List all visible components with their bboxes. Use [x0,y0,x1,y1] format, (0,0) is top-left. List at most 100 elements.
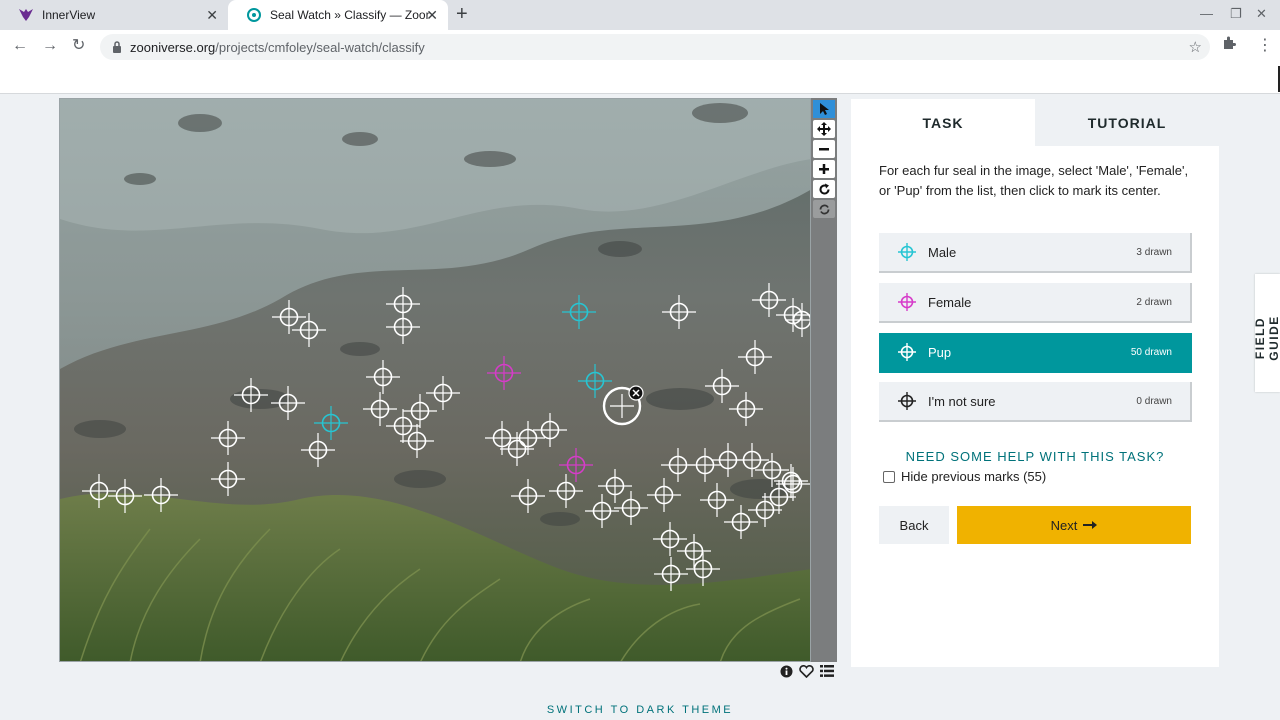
rotate-button[interactable] [813,180,835,198]
pup-mark[interactable] [400,424,434,458]
pup-mark[interactable] [386,409,420,443]
pup-mark[interactable] [82,474,116,508]
arrow-right-icon [1083,521,1098,529]
pup-mark[interactable] [705,369,739,403]
site-header [0,64,1280,94]
move-tool-button[interactable] [813,120,835,138]
pup-mark[interactable] [511,421,545,455]
minimize-icon[interactable]: — [1200,6,1213,21]
url-path: /projects/cmfoley/seal-watch/classify [215,39,425,55]
reset-icon [819,204,829,214]
reset-view-button[interactable] [813,200,835,218]
pup-mark[interactable] [403,394,437,428]
pup-mark[interactable] [598,469,632,503]
pup-mark[interactable] [738,340,772,374]
hide-marks-checkbox[interactable] [883,470,895,483]
subject-viewer[interactable] [59,98,811,662]
choice-label: Pup [928,344,952,360]
pup-mark[interactable] [729,392,763,426]
browser-tab-innerview[interactable]: InnerView ✕ [0,0,228,30]
info-icon[interactable] [780,665,793,678]
choice-male[interactable]: Male 3 drawn [879,233,1192,273]
pup-mark[interactable] [776,467,810,501]
pup-mark[interactable] [585,494,619,528]
pup-mark[interactable] [386,310,420,344]
pup-mark[interactable] [688,448,722,482]
male-mark[interactable] [562,295,596,329]
pup-mark[interactable] [211,421,245,455]
pup-mark[interactable] [301,433,335,467]
innerview-favicon-icon [18,7,34,23]
tab-task[interactable]: TASK [851,99,1035,146]
female-mark[interactable] [487,356,521,390]
zoom-out-button[interactable] [813,140,835,158]
field-guide-tab[interactable]: FIELD GUIDE [1253,274,1280,392]
pup-mark[interactable] [511,479,545,513]
forward-arrow-icon[interactable]: → [42,36,58,56]
choice-count: 2 drawn [1136,296,1172,308]
close-window-icon[interactable]: ✕ [1256,6,1267,22]
extensions-icon[interactable] [1222,36,1236,53]
choice-female[interactable]: Female 2 drawn [879,283,1192,323]
crosshair-icon [898,343,916,361]
hide-marks-toggle[interactable]: Hide previous marks (55) [883,469,1046,484]
choice-pup[interactable]: Pup 50 drawn [879,333,1192,373]
reload-icon[interactable]: ↻ [72,36,85,56]
next-button-label: Next [1050,517,1078,533]
male-mark[interactable] [314,406,348,440]
url-host: zooniverse.org [130,39,216,55]
browser-toolbar: ← → ↻ zooniverse.org/projects/cmfoley/se… [0,30,1280,64]
pup-mark[interactable] [271,386,305,420]
female-mark[interactable] [559,448,593,482]
close-tab-icon[interactable]: ✕ [206,8,218,22]
marks-layer[interactable] [60,99,811,662]
pup-mark[interactable] [549,474,583,508]
pup-mark[interactable] [614,491,648,525]
next-button[interactable]: Next [957,506,1191,544]
pup-mark[interactable] [144,478,178,512]
browser-menu-icon[interactable]: ⋮ [1257,35,1273,55]
pup-mark[interactable] [426,376,460,410]
subject-meta-toolbar [780,663,834,679]
task-panel: TASK TUTORIAL For each fur seal in the i… [851,99,1219,667]
pup-mark[interactable] [366,360,400,394]
delete-mark-icon[interactable] [628,385,644,401]
pup-mark[interactable] [647,478,681,512]
list-icon[interactable] [820,665,834,677]
browser-tab-title: InnerView [42,8,96,22]
pup-mark[interactable] [108,479,142,513]
bookmark-star-icon[interactable]: ☆ [1189,38,1202,56]
male-mark[interactable] [578,364,612,398]
move-icon [817,122,831,136]
new-tab-icon[interactable]: + [456,4,468,24]
pup-mark[interactable] [654,557,688,591]
pup-mark[interactable] [211,462,245,496]
pup-mark[interactable] [700,483,734,517]
back-arrow-icon[interactable]: ← [12,36,28,56]
pup-mark[interactable] [533,413,567,447]
browser-tab-seal-watch[interactable]: Seal Watch » Classify — Zooniverse ✕ [228,0,448,30]
heart-icon[interactable] [799,664,814,678]
zoom-in-button[interactable] [813,160,835,178]
restore-icon[interactable]: ❐ [1230,6,1242,22]
pointer-tool-button[interactable] [813,100,835,118]
help-link[interactable]: NEED SOME HELP WITH THIS TASK? [879,449,1191,464]
pup-mark[interactable] [363,392,397,426]
zoom-in-icon [819,164,829,174]
pup-mark[interactable] [662,295,696,329]
switch-theme-link[interactable]: SWITCH TO DARK THEME [0,704,1280,716]
choice-not-sure[interactable]: I'm not sure 0 drawn [879,382,1192,422]
pup-mark[interactable] [686,552,720,586]
pup-mark[interactable] [234,378,268,412]
zooniverse-favicon-icon [246,7,262,23]
address-bar[interactable]: zooniverse.org/projects/cmfoley/seal-wat… [100,34,1210,60]
back-button[interactable]: Back [879,506,949,544]
tab-tutorial[interactable]: TUTORIAL [1035,99,1219,146]
pup-mark[interactable] [776,298,810,332]
close-tab-icon[interactable]: ✕ [426,8,438,22]
choice-label: I'm not sure [928,393,996,409]
pup-mark[interactable] [752,283,786,317]
crosshair-icon [898,243,916,261]
pup-mark[interactable] [500,432,534,466]
task-tabs: TASK TUTORIAL [851,99,1219,146]
